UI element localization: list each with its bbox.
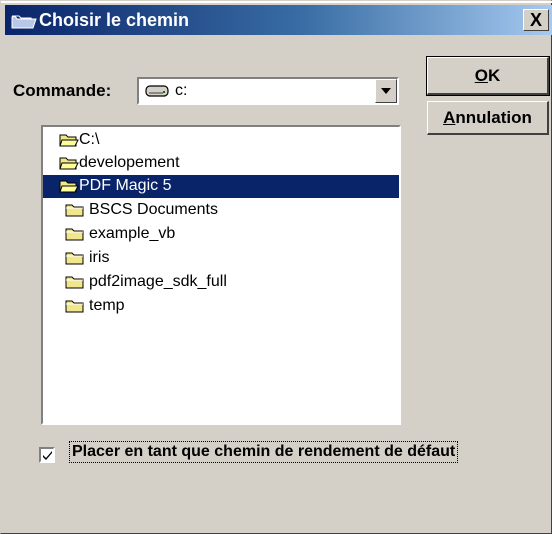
- folder-label: iris: [89, 249, 110, 266]
- cancel-underline-char: A: [443, 108, 456, 127]
- title-bar[interactable]: Choisir le chemin X: [5, 5, 552, 35]
- folder-item[interactable]: temp: [43, 295, 399, 318]
- folder-icon: [65, 300, 84, 313]
- ok-button[interactable]: OK: [426, 56, 550, 96]
- ok-underline-char: O: [474, 66, 488, 85]
- folder-icon: [65, 204, 84, 217]
- folder-label: developement: [79, 154, 180, 171]
- folder-item[interactable]: example_vb: [43, 223, 399, 246]
- folder-label: pdf2image_sdk_full: [89, 273, 227, 290]
- folder-item[interactable]: developement: [43, 152, 399, 175]
- folder-label: PDF Magic 5: [79, 177, 172, 194]
- cancel-button[interactable]: Annulation: [427, 101, 549, 135]
- cancel-rest: nnulation: [455, 108, 532, 127]
- open-folder-icon: [59, 134, 79, 147]
- command-label: Commande:: [13, 81, 112, 100]
- folder-item-selected[interactable]: PDF Magic 5: [43, 175, 399, 198]
- folder-icon: [65, 228, 84, 241]
- folder-label: C:\: [79, 131, 100, 148]
- drive-combobox[interactable]: c:: [137, 77, 399, 105]
- open-folder-icon: [59, 180, 79, 193]
- close-button[interactable]: X: [523, 9, 549, 31]
- folder-label: temp: [89, 297, 125, 314]
- folder-label: example_vb: [89, 225, 176, 242]
- top-edge: [1, 1, 552, 3]
- drive-value: c:: [175, 82, 188, 99]
- open-folder-icon: [59, 157, 79, 170]
- checkmark-icon: [43, 451, 52, 460]
- folder-label: BSCS Documents: [89, 201, 218, 218]
- dropdown-arrow-button[interactable]: [375, 79, 397, 103]
- ok-rest: K: [487, 66, 501, 85]
- dialog-title: Choisir le chemin: [39, 10, 190, 30]
- folder-item[interactable]: iris: [43, 247, 399, 270]
- folder-item[interactable]: pdf2image_sdk_full: [43, 271, 399, 294]
- folder-item[interactable]: C:\: [43, 129, 399, 152]
- folder-item[interactable]: BSCS Documents: [43, 199, 399, 222]
- default-path-checkbox[interactable]: [39, 447, 55, 463]
- chevron-down-icon: [381, 88, 391, 94]
- folder-tree[interactable]: C:\ developement PDF Magic 5 BSCS Docume…: [41, 125, 401, 425]
- drive-icon: [145, 85, 169, 97]
- folder-icon: [65, 252, 84, 265]
- folder-icon: [65, 276, 84, 289]
- folder-icon: [11, 15, 37, 29]
- dialog-window: Choisir le chemin X Commande: c: OK Annu…: [0, 0, 552, 534]
- default-path-label[interactable]: Placer en tant que chemin de rendement d…: [69, 441, 459, 463]
